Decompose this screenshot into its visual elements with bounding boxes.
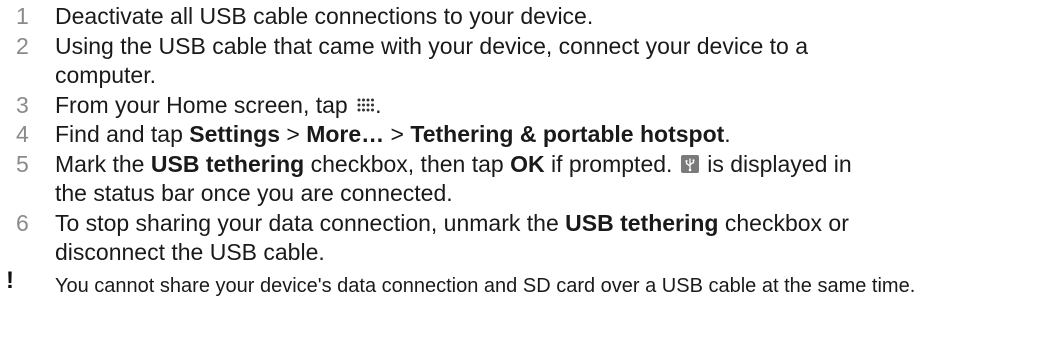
step-number: 1 xyxy=(16,3,29,29)
step-text-part: . xyxy=(375,92,382,118)
step-text-part: checkbox, then tap xyxy=(304,151,511,177)
ui-term-tethering: Tethering & portable hotspot xyxy=(410,121,725,147)
step-text: Find and tap Settings > More… > Tetherin… xyxy=(55,120,975,149)
step-text-part: From your Home screen, tap xyxy=(55,92,355,118)
step-number: 4 xyxy=(16,121,29,147)
step-text: Mark the USB tethering checkbox, then ta… xyxy=(55,150,975,208)
apps-grid-icon xyxy=(357,98,375,112)
exclamation-icon: ! xyxy=(6,267,14,294)
ui-term-settings: Settings xyxy=(189,121,280,147)
step-text-part: To stop sharing your data connection, un… xyxy=(55,210,566,236)
step-number: 2 xyxy=(16,33,29,59)
step-text-part: if prompted. xyxy=(544,151,679,177)
note-text: You cannot share your device's data conn… xyxy=(55,275,916,297)
usb-tethering-status-icon xyxy=(680,154,699,173)
step-number: 6 xyxy=(16,210,29,236)
step-number: 5 xyxy=(16,151,29,177)
step-text-part: checkbox or xyxy=(718,210,849,236)
step-text-part: is displayed in xyxy=(700,151,852,177)
ui-term-usb-tethering: USB tethering xyxy=(150,151,305,177)
step-text-part: Using the USB cable that came with your … xyxy=(55,33,809,59)
step-text: From your Home screen, tap . xyxy=(55,91,975,120)
step-number: 3 xyxy=(16,92,29,118)
ui-term-more: More… xyxy=(306,121,385,147)
step-text-part: Mark the xyxy=(55,151,151,177)
step-text-part: the status bar once you are connected. xyxy=(55,180,453,206)
step-text-part: . xyxy=(724,121,731,147)
ui-term-ok: OK xyxy=(510,151,545,177)
ui-term-usb-tethering: USB tethering xyxy=(565,210,719,236)
step-text-part: Find and tap xyxy=(55,121,190,147)
step-text: To stop sharing your data connection, un… xyxy=(55,209,975,267)
step-text: Deactivate all USB cable connections to … xyxy=(55,2,975,31)
step-text-part: Deactivate all USB cable connections to … xyxy=(55,3,594,29)
step-text-part: > xyxy=(280,121,307,147)
step-text-part: > xyxy=(384,121,411,147)
step-text-part: disconnect the USB cable. xyxy=(55,239,325,265)
step-text: Using the USB cable that came with your … xyxy=(55,32,975,90)
step-text-part: computer. xyxy=(55,62,156,88)
